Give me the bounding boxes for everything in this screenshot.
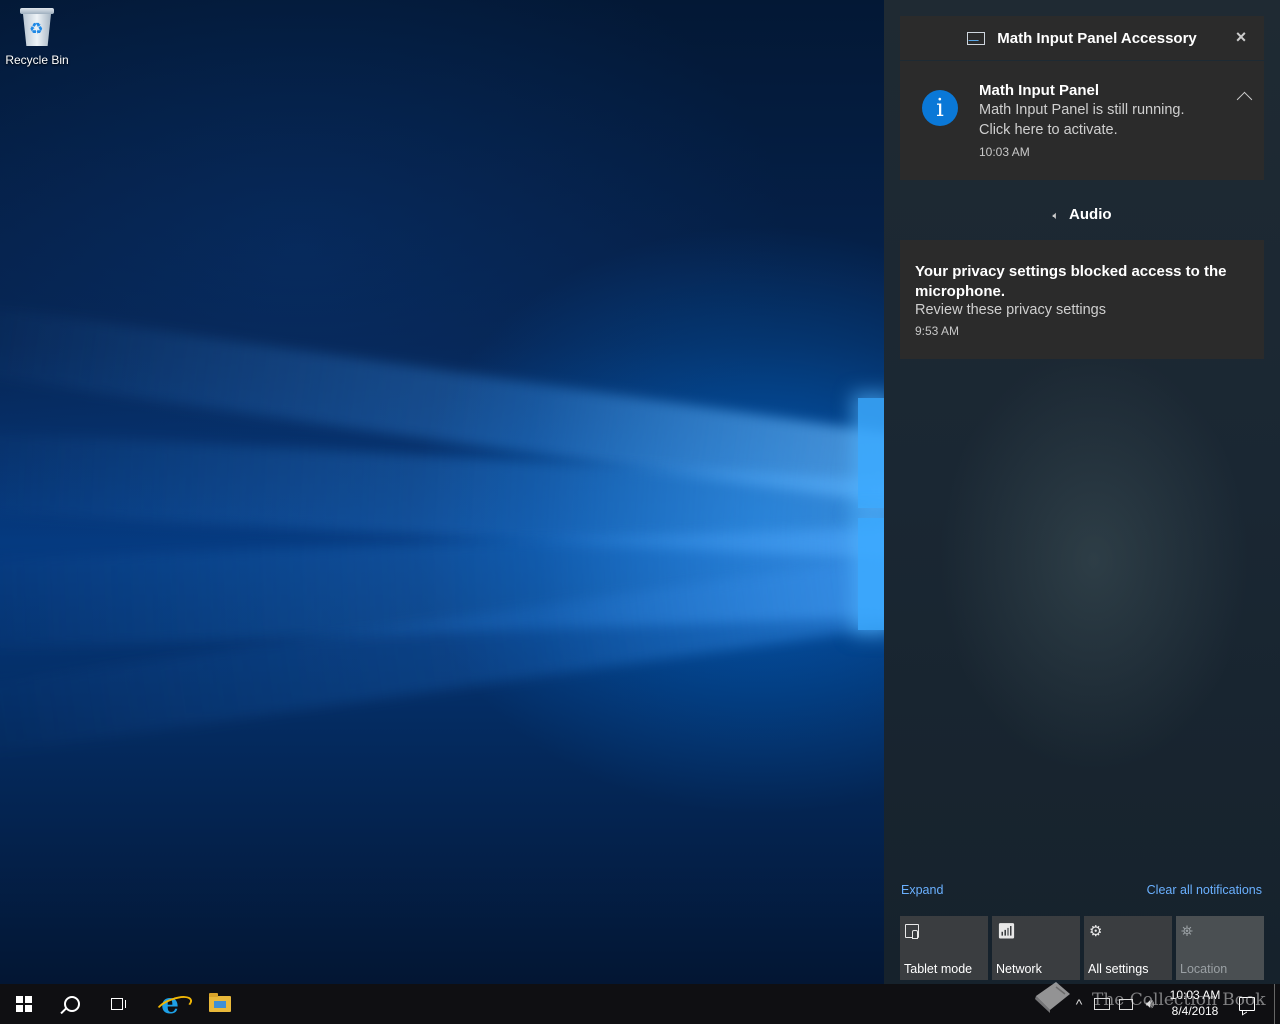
- chevron-up-icon: ^: [1075, 996, 1083, 1012]
- search-button[interactable]: [48, 984, 96, 1024]
- search-icon: [64, 996, 80, 1012]
- network-icon: [1119, 998, 1133, 1010]
- network-icon: 📶︎: [997, 923, 1017, 940]
- task-view-icon: [111, 998, 129, 1010]
- notification-group-header-audio[interactable]: 🔈︎ Audio: [900, 206, 1264, 223]
- action-center-button[interactable]: [1232, 984, 1262, 1024]
- notification-body-line: Math Input Panel is still running.: [979, 102, 1185, 118]
- quick-action-network[interactable]: 📶︎ Network: [992, 916, 1080, 980]
- notification-math-input-panel[interactable]: i Math Input Panel Math Input Panel is s…: [900, 61, 1264, 180]
- quick-action-label: All settings: [1088, 962, 1149, 976]
- speaker-icon: 🔈︎: [1052, 210, 1060, 222]
- recycle-bin-icon: ♻: [18, 6, 56, 48]
- internet-explorer-button[interactable]: e: [146, 984, 194, 1024]
- recycle-bin-shortcut[interactable]: ♻ Recycle Bin: [2, 6, 72, 67]
- group-app-name: Math Input Panel Accessory: [997, 29, 1197, 47]
- math-input-panel-icon: [967, 31, 986, 45]
- tray-math-input-panel[interactable]: [1092, 984, 1112, 1024]
- speaker-icon: 🔊︎: [1145, 996, 1155, 1011]
- tray-volume[interactable]: 🔊︎: [1140, 984, 1160, 1024]
- recycle-bin-label: Recycle Bin: [5, 53, 69, 67]
- quick-action-label: Network: [996, 962, 1042, 976]
- show-desktop-button[interactable]: [1274, 984, 1275, 1024]
- close-icon[interactable]: ×: [1232, 28, 1250, 46]
- info-icon: i: [922, 90, 958, 126]
- show-hidden-icons-button[interactable]: ^: [1070, 984, 1088, 1024]
- math-input-panel-icon: [1094, 998, 1110, 1010]
- expand-link[interactable]: Expand: [901, 883, 943, 897]
- notification-group-header-math-input[interactable]: Math Input Panel Accessory ×: [900, 16, 1264, 60]
- folder-icon: [209, 993, 231, 1012]
- quick-action-label: Location: [1180, 962, 1228, 976]
- clock-date: 8/4/2018: [1171, 1004, 1219, 1018]
- quick-action-label: Tablet mode: [904, 962, 973, 976]
- start-button[interactable]: [0, 984, 48, 1024]
- clear-all-notifications-link[interactable]: Clear all notifications: [1147, 883, 1262, 897]
- location-icon: ⛯: [1181, 923, 1194, 940]
- taskbar: e ^ 🔊︎ 10:03 AM 8/4/2018: [0, 984, 1280, 1024]
- notification-time: 9:53 AM: [915, 324, 960, 338]
- tablet-mode-icon: [905, 924, 919, 939]
- internet-explorer-icon: e: [161, 987, 179, 1020]
- clock-time: 10:03 AM: [1169, 988, 1221, 1002]
- quick-action-tablet-mode[interactable]: Tablet mode: [900, 916, 988, 980]
- notification-privacy-microphone[interactable]: Your privacy settings blocked access to …: [900, 240, 1264, 359]
- chevron-up-icon[interactable]: [1236, 91, 1253, 108]
- notification-body-line: Review these privacy settings: [915, 302, 1106, 318]
- group-app-name: Audio: [1069, 206, 1112, 223]
- notification-icon: [1239, 997, 1255, 1011]
- taskbar-clock[interactable]: 10:03 AM 8/4/2018: [1162, 987, 1228, 1019]
- tray-network[interactable]: [1116, 984, 1136, 1024]
- notification-title: Math Input Panel: [979, 82, 1099, 99]
- file-explorer-button[interactable]: [196, 984, 244, 1024]
- notification-time: 10:03 AM: [979, 145, 1030, 159]
- quick-action-all-settings[interactable]: ⚙ All settings: [1084, 916, 1172, 980]
- action-center-panel: Math Input Panel Accessory × i Math Inpu…: [884, 0, 1280, 984]
- quick-action-location[interactable]: ⛯ Location: [1176, 916, 1264, 980]
- notification-title: Your privacy settings blocked access to …: [915, 263, 1227, 300]
- notification-body-line: Click here to activate.: [979, 122, 1118, 138]
- task-view-button[interactable]: [96, 984, 144, 1024]
- gear-icon: ⚙: [1089, 923, 1103, 940]
- windows-start-icon: [16, 996, 32, 1012]
